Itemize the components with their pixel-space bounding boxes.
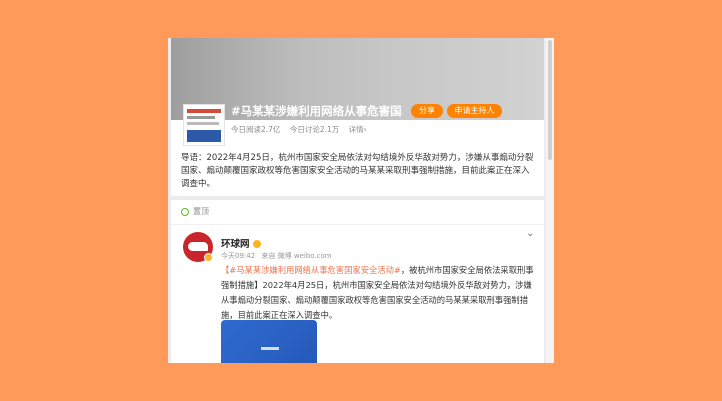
reads-count: 今日阅读2.7亿 <box>231 125 281 134</box>
topic-stats: 今日阅读2.7亿 今日讨论2.1万 详情› <box>231 124 374 135</box>
details-link[interactable]: 详情› <box>349 125 367 134</box>
pinned-label: 置顶 <box>193 207 209 216</box>
author-row: 环球网 <box>221 236 261 250</box>
post-text: 【#马某某涉嫌利用网络从事危害国家安全活动#，被杭州市国家安全局依法采取刑事强制… <box>221 263 536 323</box>
pinned-indicator: 置顶 <box>181 206 209 217</box>
post-hashtag-link[interactable]: 【#马某某涉嫌利用网络从事危害国家安全活动# <box>221 265 401 275</box>
topic-header-card: #马某某涉嫌利用网络从事危害国... 分享 申请主持人 今日阅读2.7亿 今日讨… <box>171 38 544 196</box>
share-button[interactable]: 分享 <box>411 104 443 118</box>
scrollbar-thumb[interactable] <box>548 40 552 160</box>
pin-icon <box>181 207 189 216</box>
apply-host-button[interactable]: 申请主持人 <box>447 104 502 118</box>
post-source: 来自 微博 weibo.com <box>261 252 332 260</box>
verified-icon <box>204 253 213 262</box>
pinned-post-card: 置顶 环球网 今天09:42 来自 微博 weibo.com ⌄ 【#马某某涉嫌… <box>171 200 544 363</box>
divider <box>171 224 544 225</box>
topic-title: #马某某涉嫌利用网络从事危害国... <box>231 104 403 118</box>
chevron-down-icon[interactable]: ⌄ <box>526 228 534 239</box>
post-meta: 今天09:42 来自 微博 weibo.com <box>221 251 336 261</box>
post-time[interactable]: 今天09:42 <box>221 252 255 260</box>
weibo-topic-window: #马某某涉嫌利用网络从事危害国... 分享 申请主持人 今日阅读2.7亿 今日讨… <box>168 38 554 363</box>
post-image[interactable] <box>221 320 317 363</box>
author-name[interactable]: 环球网 <box>221 239 250 250</box>
vip-icon <box>252 240 261 248</box>
discussions-count: 今日讨论2.1万 <box>289 125 340 134</box>
topic-thumbnail[interactable] <box>183 104 225 146</box>
topic-lead: 导语：2022年4月25日，杭州市国家安全局依法对勾结境外反华敌对势力，涉嫌从事… <box>181 153 534 189</box>
